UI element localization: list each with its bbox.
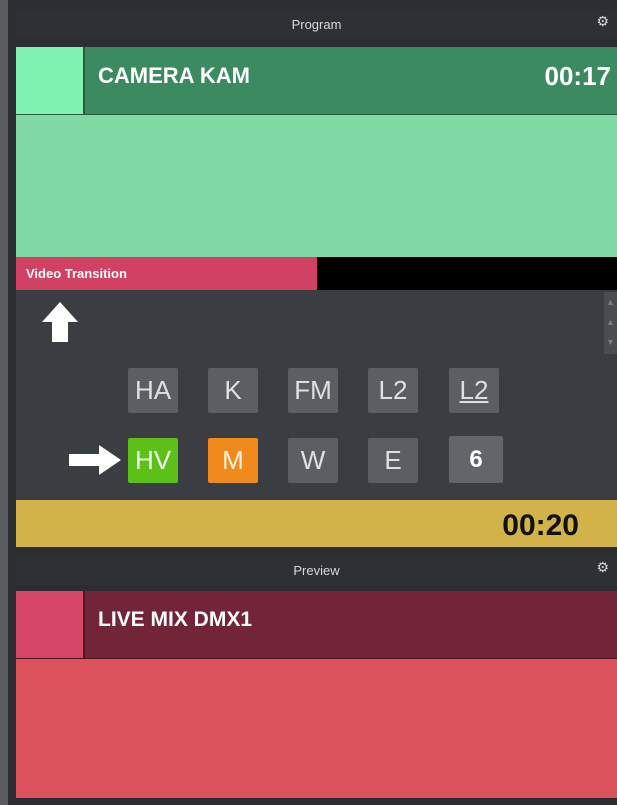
- button-k[interactable]: K: [208, 368, 258, 413]
- button-label: L2: [378, 375, 408, 405]
- arrow-right-icon[interactable]: [69, 445, 121, 475]
- scroll-mid-icon: ▲: [606, 317, 615, 327]
- preview-body: [16, 658, 617, 799]
- bottom-strip: [16, 798, 617, 805]
- button-m[interactable]: M: [208, 438, 258, 483]
- button-label: HA: [134, 375, 172, 405]
- button-label: E: [384, 445, 402, 475]
- left-rail: [0, 0, 8, 805]
- button-l2[interactable]: L2: [368, 368, 418, 413]
- preview-color-swatch: [16, 591, 83, 658]
- transition-timer-bar: 00:20: [16, 500, 617, 547]
- button-label: L2: [459, 375, 489, 405]
- transition-timer: 00:20: [502, 509, 579, 542]
- program-gap: [16, 39, 617, 47]
- preview-header: Preview ⚙: [16, 555, 617, 585]
- divider: [83, 47, 85, 114]
- preview-title: Preview: [293, 562, 340, 578]
- button-fm[interactable]: FM: [288, 368, 338, 413]
- program-header: Program ⚙: [16, 9, 617, 39]
- button-label: W: [300, 445, 326, 475]
- button-hv[interactable]: HV: [128, 438, 178, 483]
- program-elapsed-time: 00:17: [544, 61, 612, 91]
- gear-icon[interactable]: ⚙: [596, 559, 609, 576]
- arrow-up-icon[interactable]: [42, 302, 78, 342]
- program-source-row[interactable]: CAMERA KAM 00:17: [16, 47, 617, 114]
- preview-source-row[interactable]: LIVE MIX DMX1: [16, 591, 617, 658]
- button-label: K: [224, 375, 242, 405]
- program-title: Program: [291, 16, 342, 32]
- button-label: 6: [469, 445, 483, 473]
- top-strip: [16, 0, 617, 9]
- gear-icon[interactable]: ⚙: [596, 13, 609, 30]
- program-color-swatch: [16, 47, 83, 114]
- video-transition-bar[interactable]: Video Transition: [16, 257, 617, 290]
- button-label: M: [222, 445, 244, 475]
- scroll-down-icon[interactable]: ▼: [604, 332, 617, 352]
- program-source-name: CAMERA KAM: [98, 63, 250, 88]
- program-body: [16, 114, 617, 258]
- left-rail-inner: [8, 0, 16, 805]
- button-6[interactable]: 6: [449, 436, 503, 483]
- preview-source-name: LIVE MIX DMX1: [98, 608, 253, 631]
- button-l2-underlined[interactable]: L2: [449, 368, 499, 413]
- divider: [83, 591, 85, 658]
- button-label: FM: [294, 375, 332, 405]
- button-w[interactable]: W: [288, 438, 338, 483]
- button-ha[interactable]: HA: [128, 368, 178, 413]
- preview-gap-top: [16, 547, 617, 555]
- button-e[interactable]: E: [368, 438, 418, 483]
- transition-label: Video Transition: [26, 266, 127, 281]
- scroll-up-icon[interactable]: ▲: [604, 292, 617, 312]
- button-label: HV: [134, 445, 172, 475]
- scrollbar[interactable]: ▲ ▲ ▼: [604, 292, 617, 354]
